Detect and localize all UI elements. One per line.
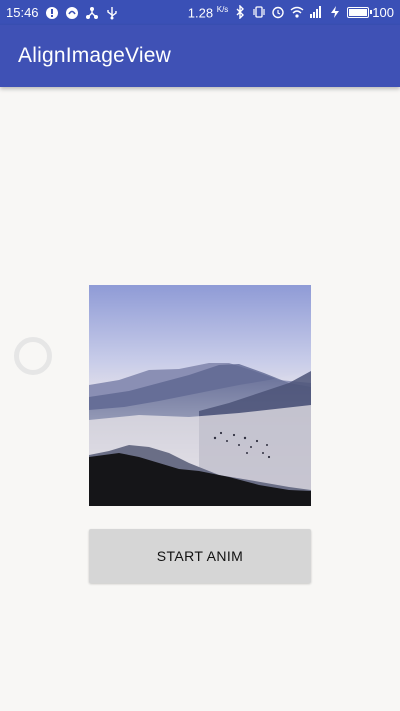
network-speed-value: 1.28 — [187, 5, 214, 21]
vibrate-icon — [252, 5, 266, 19]
battery-icon — [347, 6, 373, 18]
chat-icon — [65, 6, 79, 20]
mountain-landscape-image — [89, 285, 311, 506]
status-bar: 15:46 1.28 K/s 100 — [0, 0, 400, 25]
app-title: AlignImageView — [18, 44, 171, 67]
app-bar: AlignImageView — [0, 25, 400, 87]
battery-indicator: 100 — [347, 5, 394, 20]
battery-level: 100 — [372, 4, 394, 20]
start-anim-button[interactable]: START ANIM — [89, 529, 311, 583]
alarm-icon — [271, 5, 285, 19]
signal-icon — [309, 5, 323, 19]
charging-icon — [328, 5, 342, 19]
usb-icon — [105, 6, 119, 20]
network-speed-unit: K/s — [216, 4, 229, 14]
network-speed: 1.28 K/s — [188, 5, 229, 20]
progress-spinner-icon — [14, 337, 52, 375]
status-time: 15:46 — [6, 5, 39, 20]
notification-icon — [45, 6, 59, 20]
align-image-view — [89, 285, 311, 506]
bluetooth-icon — [233, 5, 247, 20]
wifi-icon — [290, 5, 304, 19]
share-icon — [85, 6, 99, 20]
